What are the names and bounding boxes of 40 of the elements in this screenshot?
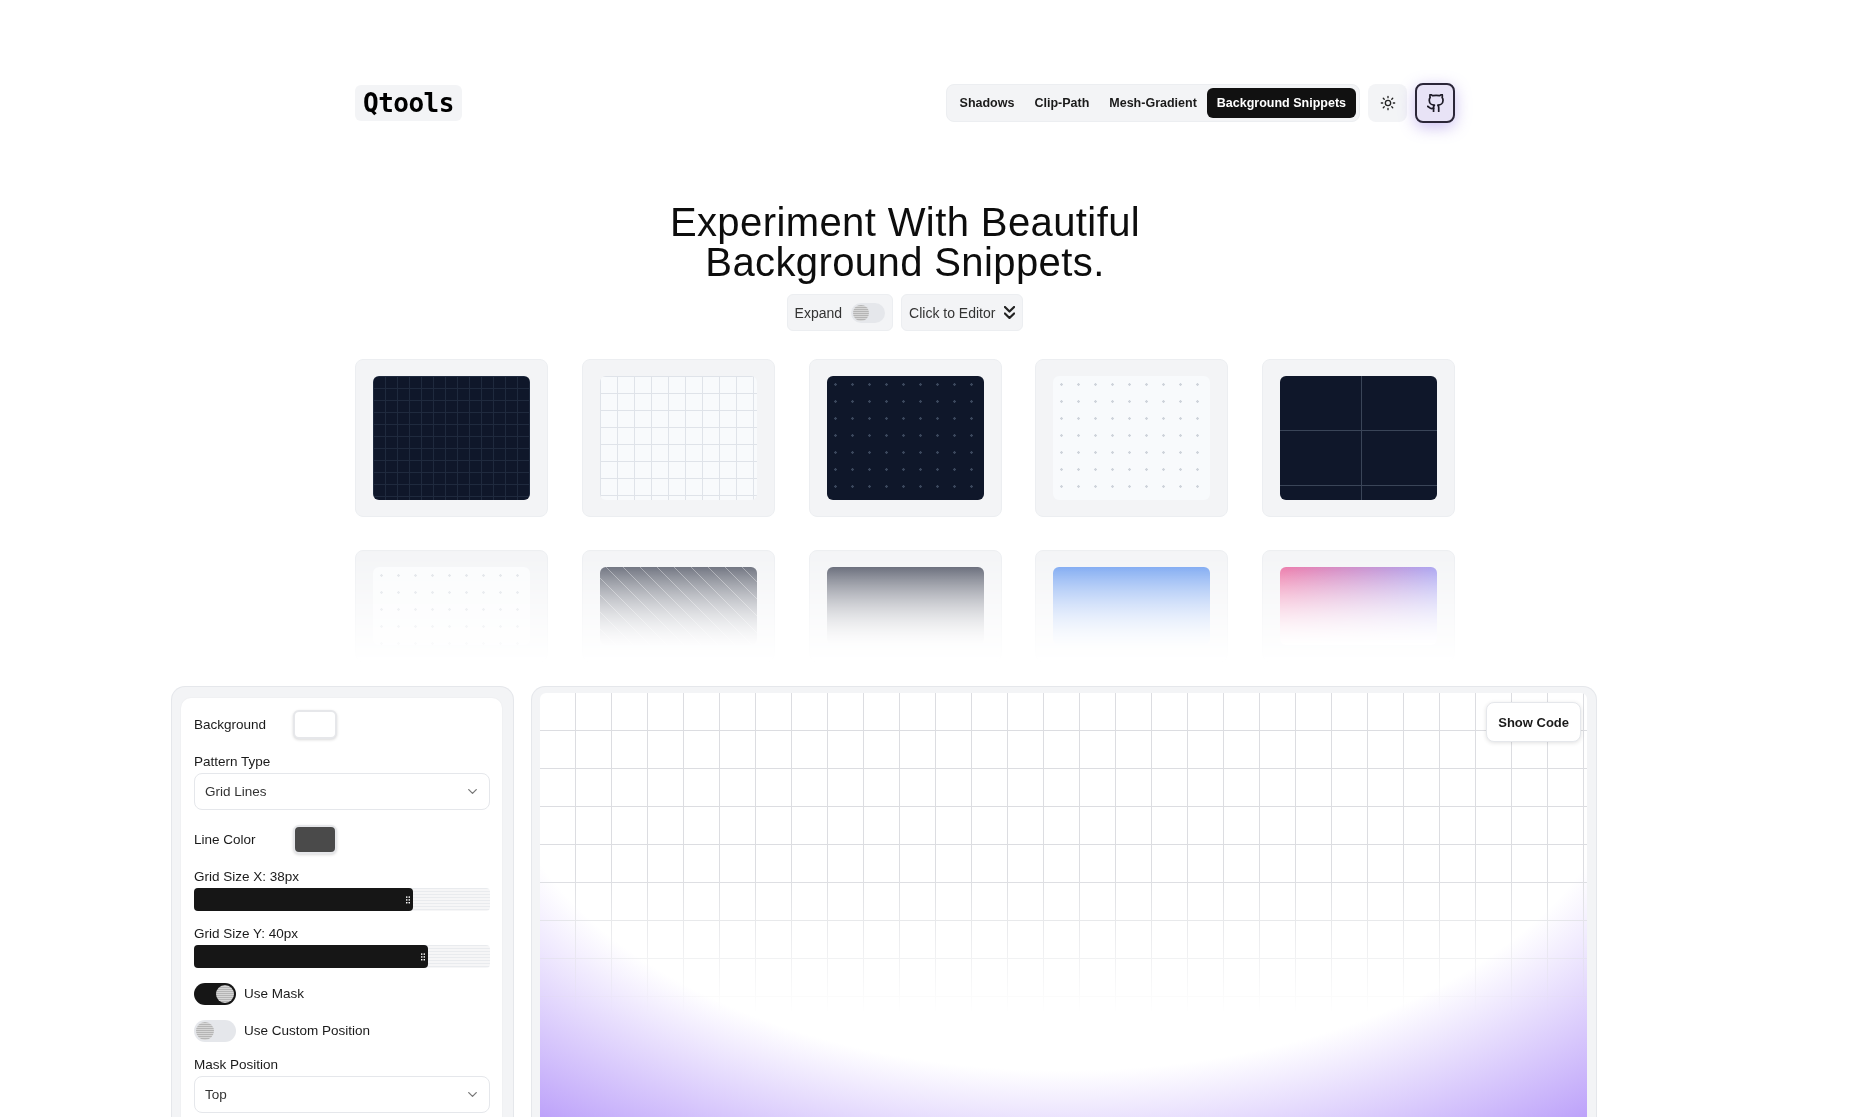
snippet-card[interactable]: [1262, 359, 1455, 517]
grip-icon: [420, 952, 425, 961]
editor-link-button[interactable]: Click to Editor: [901, 294, 1024, 331]
switch-label: Use Mask: [244, 986, 304, 1002]
chevron-down-icon: [468, 789, 477, 794]
dropdown[interactable]: Grid Lines: [194, 773, 490, 810]
slider-track[interactable]: [194, 945, 490, 968]
theme-toggle-button[interactable]: [1368, 84, 1407, 122]
slider-fill[interactable]: [194, 945, 428, 968]
expand-toggle[interactable]: Expand: [786, 294, 894, 331]
toggle-switch[interactable]: [194, 983, 236, 1005]
nav-tab[interactable]: Shadows: [949, 88, 1025, 118]
toggle-switch[interactable]: [851, 302, 886, 323]
github-icon: [1426, 94, 1444, 112]
field-label: Mask Position: [194, 1057, 280, 1073]
toggle-switch[interactable]: [194, 1020, 236, 1042]
nav-tab[interactable]: Mesh-Gradient: [1099, 88, 1207, 118]
swatch-icon[interactable]: [293, 825, 337, 854]
nav-tab[interactable]: Background Snippets: [1206, 88, 1356, 118]
slider-label: Grid Size Y: 40px: [194, 926, 300, 942]
double-chevron-down-icon: [1004, 306, 1016, 319]
grip-icon: [406, 895, 411, 904]
snippet-card[interactable]: [808, 359, 1002, 517]
logo[interactable]: Qtools: [355, 85, 462, 121]
field-label: Line Color: [194, 831, 257, 848]
sun-icon: [1379, 95, 1396, 111]
slider-fill[interactable]: [194, 888, 414, 911]
dropdown[interactable]: Top: [194, 1076, 490, 1113]
field-label: Pattern Type: [194, 754, 272, 770]
slider-label: Grid Size X: 38px: [194, 869, 301, 885]
snippet-card[interactable]: [355, 359, 548, 517]
switch-label: Use Custom Position: [244, 1023, 371, 1039]
slider-track[interactable]: [194, 888, 490, 911]
field-label: Background: [194, 716, 268, 733]
github-button[interactable]: [1415, 83, 1455, 123]
swatch-icon[interactable]: [293, 710, 337, 739]
nav-tab[interactable]: Clip-Path: [1024, 88, 1100, 118]
show-code-button[interactable]: Show Code: [1486, 702, 1581, 742]
chevron-down-icon: [468, 1092, 477, 1097]
hero-title: Experiment With Beautiful Background Snippets.: [669, 202, 1141, 282]
